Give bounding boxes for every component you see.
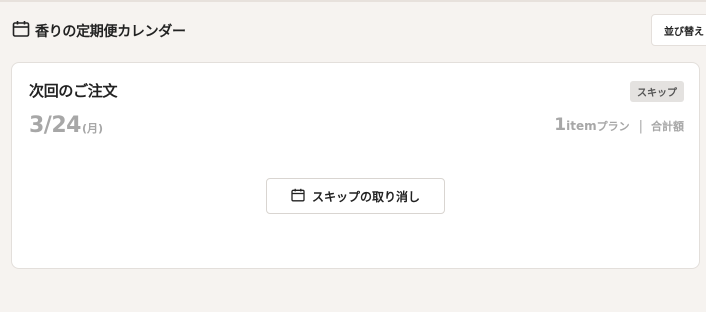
plan-summary: 1 item プラン | 合計額	[554, 115, 684, 135]
calendar-icon	[12, 20, 35, 42]
unskip-button[interactable]: スキップの取り消し	[266, 178, 445, 214]
page-title: 香りの定期便カレンダー	[35, 24, 186, 40]
next-order-card: 次回のご注文 スキップ 3/24 (月) 1 item プラン | 合計額 スキ…	[11, 62, 700, 269]
next-order-title: 次回のご注文	[29, 82, 118, 100]
calendar-icon	[291, 188, 312, 205]
order-weekday: (月)	[81, 122, 104, 135]
plan-suffix: プラン	[596, 120, 630, 133]
plan-separator: |	[638, 119, 643, 134]
unskip-button-label: スキップの取り消し	[311, 189, 420, 204]
order-date-value: 3/24	[29, 113, 81, 138]
top-divider	[0, 0, 706, 2]
sort-button[interactable]: 並び替え	[651, 14, 706, 46]
order-date: 3/24 (月)	[29, 113, 103, 138]
plan-unit: item	[566, 119, 597, 133]
calendar-header: 香りの定期便カレンダー	[12, 20, 186, 42]
total-label: 合計額	[651, 120, 684, 133]
status-badge: スキップ	[630, 81, 684, 102]
plan-count: 1	[554, 115, 567, 135]
